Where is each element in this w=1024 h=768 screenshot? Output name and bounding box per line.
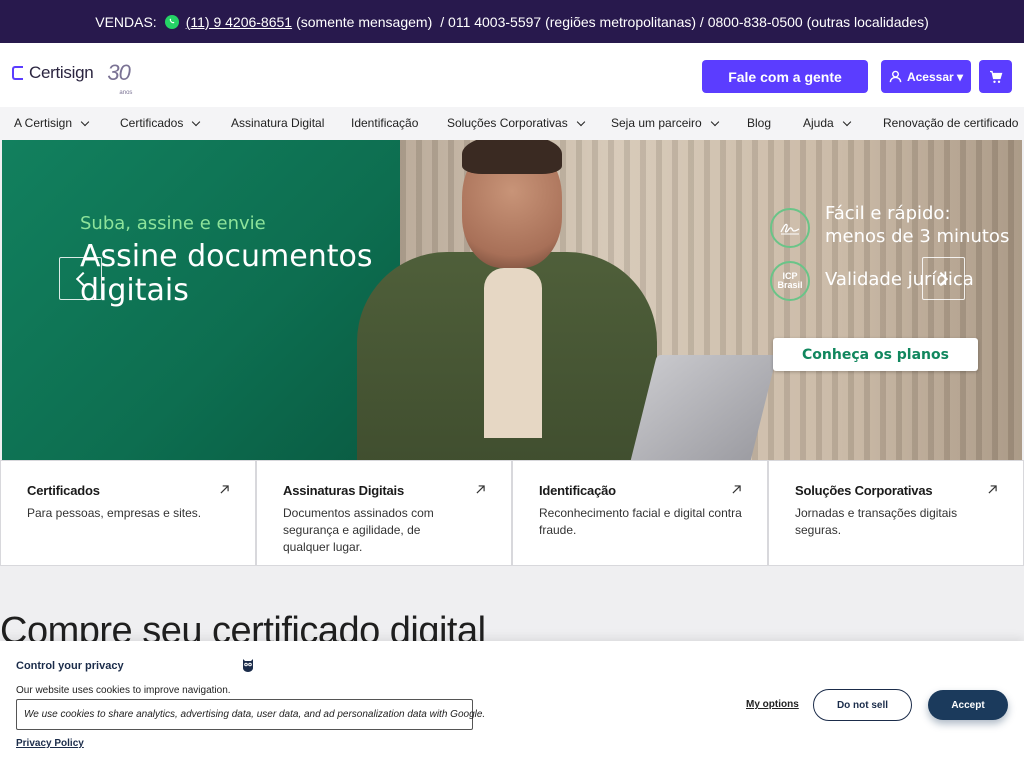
card-desc: Para pessoas, empresas e sites. — [27, 506, 202, 520]
accept-cookies-button[interactable]: Accept — [928, 690, 1008, 720]
card-assinaturas[interactable]: Assinaturas Digitais Documentos assinado… — [256, 460, 512, 566]
nav-label: Seja um parceiro — [611, 116, 702, 130]
nav-label: Renovação de certificado — [883, 116, 1019, 130]
anniversary-sub: anos — [119, 90, 133, 96]
hero-person-hair — [462, 140, 562, 174]
cookie-title: Control your privacy — [16, 660, 124, 672]
card-title: Identificação — [539, 483, 616, 498]
whatsapp-icon — [164, 14, 179, 29]
cookie-text: Our website uses cookies to improve navi… — [16, 685, 231, 696]
nav-label: Ajuda — [803, 116, 834, 130]
nav-item-solucoes-corporativas[interactable]: Soluções Corporativas — [447, 116, 585, 130]
signature-icon — [770, 208, 810, 248]
nav-item-a-certisign[interactable]: A Certisign — [14, 116, 90, 130]
arrow-up-right-icon — [476, 485, 485, 494]
card-identificacao[interactable]: Identificação Reconhecimento facial e di… — [512, 460, 768, 566]
hero-subtitle: Suba, assine e envie — [80, 213, 266, 234]
arrow-up-right-icon — [220, 485, 229, 494]
my-options-link[interactable]: My options — [746, 699, 799, 710]
hero-title: Assine documentos digitais — [80, 239, 373, 308]
login-button[interactable]: Acessar ▾ — [881, 60, 971, 93]
nav-item-certificados[interactable]: Certificados — [120, 116, 201, 130]
cookie-banner: Control your privacy Our website uses co… — [0, 641, 1024, 768]
card-certificados[interactable]: Certificados Para pessoas, empresas e si… — [0, 460, 256, 566]
chevron-down-icon — [710, 117, 719, 126]
nav-label: Certificados — [120, 116, 184, 130]
hero-carousel: Suba, assine e envie Assine documentos d… — [2, 140, 1022, 460]
chevron-down-icon — [842, 117, 851, 126]
login-label: Acessar ▾ — [906, 69, 964, 84]
card-title: Certificados — [27, 483, 100, 498]
nav-label: A Certisign — [14, 116, 73, 130]
card-solucoes[interactable]: Soluções Corporativas Jornadas e transaç… — [768, 460, 1024, 566]
card-desc: Documentos assinados com segurança e agi… — [283, 506, 434, 554]
certisign-logo-icon — [12, 66, 23, 80]
hero-person-shirt — [484, 268, 542, 438]
logo-text: Certisign — [29, 63, 94, 82]
nav-label: Blog — [747, 116, 772, 130]
nav-label: Identificação — [351, 116, 419, 130]
carousel-prev-button[interactable] — [59, 257, 102, 300]
card-desc: Jornadas e transações digitais seguras. — [795, 506, 958, 537]
site-header: Certisign 30 anos Fale com a gente Acess… — [0, 43, 1024, 107]
sales-label: VENDAS: — [95, 13, 157, 30]
main-nav: A Certisign Certificados Assinatura Digi… — [0, 107, 1024, 140]
chevron-left-icon — [75, 271, 91, 286]
nav-item-ajuda[interactable]: Ajuda — [803, 116, 851, 130]
other-phones: / 011 4003-5597 (regiões metropolitanas)… — [440, 13, 929, 30]
chevron-down-icon — [80, 117, 90, 126]
card-desc: Reconhecimento facial e digital contra f… — [539, 506, 742, 537]
certisign-logo[interactable]: Certisign 30 anos — [12, 62, 132, 97]
whatsapp-note: (somente mensagem) — [296, 13, 433, 30]
do-not-sell-button[interactable]: Do not sell — [813, 689, 912, 721]
owl-logo-icon — [243, 659, 253, 672]
sales-topbar: VENDAS: (11) 9 4206-8651 (somente mensag… — [0, 0, 1024, 43]
nav-item-seja-parceiro[interactable]: Seja um parceiro — [611, 116, 719, 130]
arrow-up-right-icon — [988, 485, 997, 494]
nav-label: Soluções Corporativas — [447, 116, 568, 130]
nav-item-assinatura-digital[interactable]: Assinatura Digital — [231, 116, 324, 130]
chevron-right-icon — [933, 271, 949, 286]
nav-item-renovacao[interactable]: Renovação de certificado — [883, 116, 1018, 130]
contact-button[interactable]: Fale com a gente — [702, 60, 868, 93]
icp-brasil-text: ICP Brasil — [777, 271, 803, 290]
whatsapp-phone-link[interactable]: (11) 9 4206-8651 — [186, 14, 292, 30]
carousel-next-button[interactable] — [922, 257, 965, 300]
cookie-google-notice: We use cookies to share analytics, adver… — [16, 699, 485, 730]
user-icon — [889, 70, 902, 83]
arrow-up-right-icon — [732, 485, 741, 494]
nav-item-blog[interactable]: Blog — [747, 116, 771, 130]
nav-label: Assinatura Digital — [231, 116, 325, 130]
anniversary-badge: 30 anos — [107, 62, 132, 97]
card-title: Soluções Corporativas — [795, 483, 933, 498]
category-cards: Certificados Para pessoas, empresas e si… — [0, 460, 1024, 566]
card-title: Assinaturas Digitais — [283, 483, 404, 498]
view-plans-button[interactable]: Conheça os planos — [773, 338, 978, 371]
chevron-down-icon — [192, 117, 201, 126]
cart-button[interactable] — [979, 60, 1012, 93]
icp-brasil-icon: ICP Brasil — [770, 261, 810, 301]
feature-fast: Fácil e rápido: menos de 3 minutos — [825, 203, 1010, 247]
chevron-down-icon — [576, 117, 585, 126]
nav-item-identificacao[interactable]: Identificação — [351, 116, 418, 130]
cart-icon — [989, 70, 1002, 83]
privacy-policy-link[interactable]: Privacy Policy — [16, 738, 84, 749]
